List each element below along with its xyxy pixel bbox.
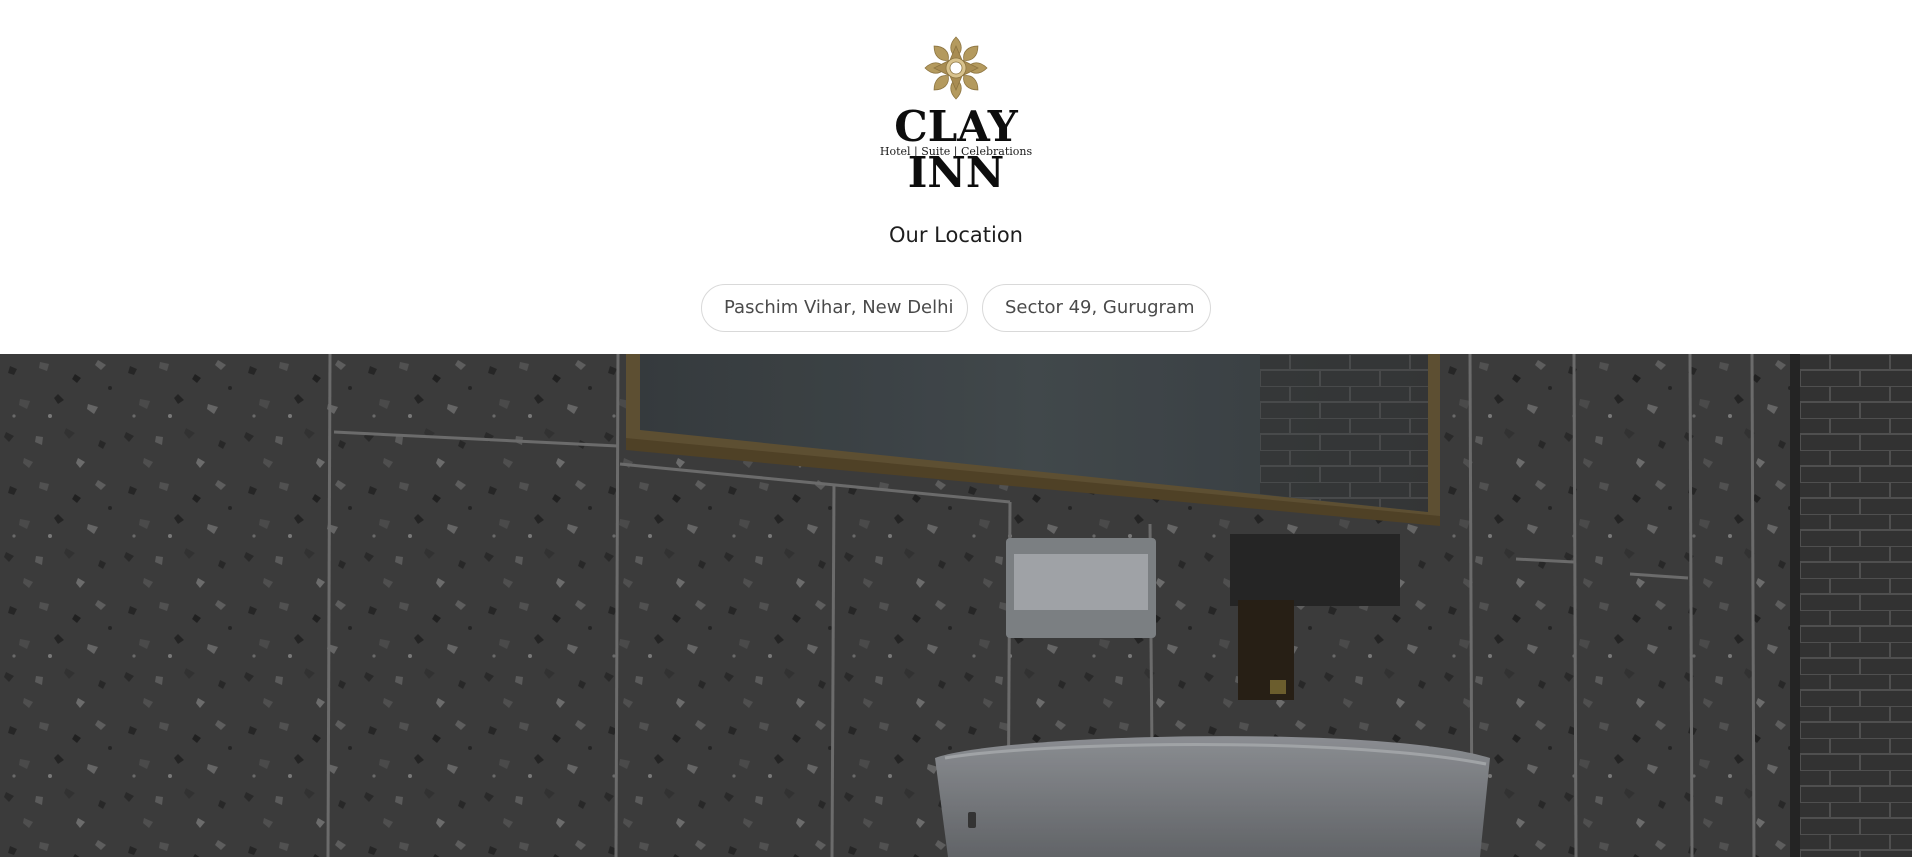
location-selector: Paschim Vihar, New Delhi Sector 49, Guru… [0, 284, 1912, 332]
brand-tagline: Hotel | Suite | Celebrations [879, 145, 1033, 158]
location-button-paschim-vihar[interactable]: Paschim Vihar, New Delhi [701, 284, 968, 332]
header-area: CLAY INN Hotel | Suite | Celebrations Ou… [0, 0, 1912, 354]
location-button-sector-49[interactable]: Sector 49, Gurugram [982, 284, 1211, 332]
location-heading: Our Location [889, 223, 1023, 247]
page: CLAY INN Hotel | Suite | Celebrations Ou… [0, 0, 1912, 857]
hero-image [0, 354, 1912, 857]
ornamental-star-icon [924, 36, 988, 100]
brand-logo[interactable]: CLAY INN Hotel | Suite | Celebrations [856, 34, 1056, 196]
bathroom-washbasin-photo [0, 354, 1912, 857]
